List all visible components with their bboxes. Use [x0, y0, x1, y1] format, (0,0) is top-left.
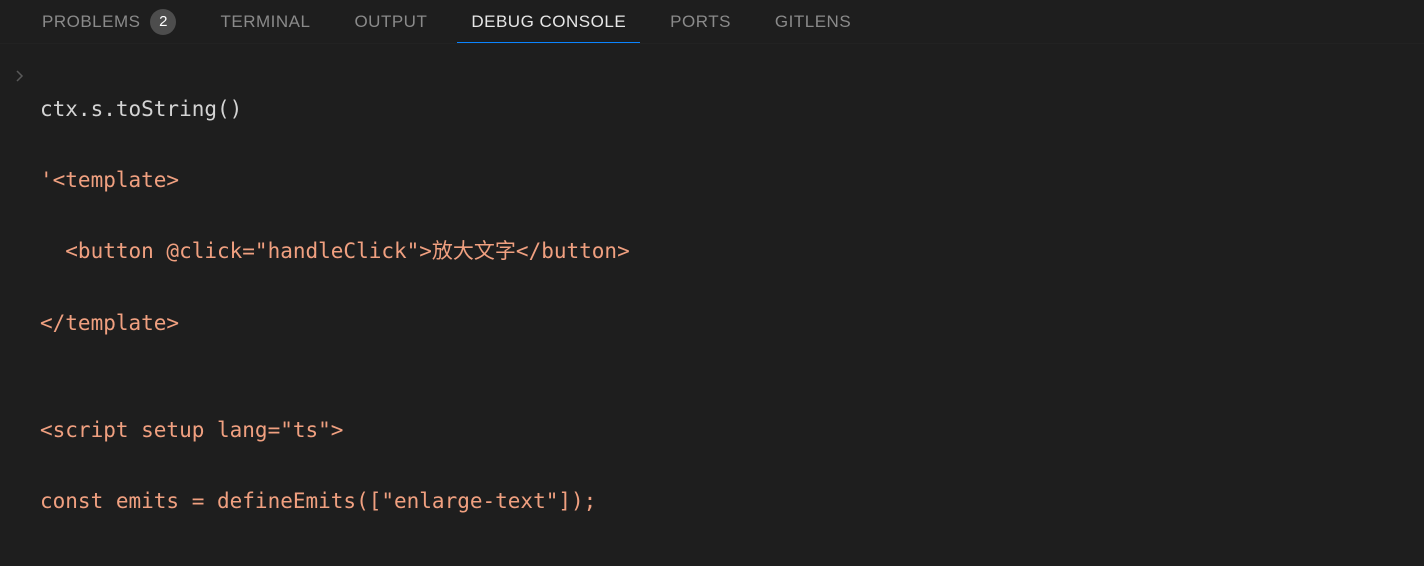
console-code-lines: ctx.s.toString() '<template> <button @cl…	[40, 56, 1424, 566]
tab-label: TERMINAL	[220, 12, 310, 32]
console-output-line: <button @click="handleClick">放大文字</butto…	[40, 234, 1424, 270]
tab-terminal[interactable]: TERMINAL	[198, 0, 332, 43]
debug-console-content[interactable]: ctx.s.toString() '<template> <button @cl…	[0, 44, 1424, 566]
tab-output[interactable]: OUTPUT	[332, 0, 449, 43]
console-output-line: <script setup lang="ts">	[40, 413, 1424, 449]
tab-label: OUTPUT	[354, 12, 427, 32]
tab-label: GITLENS	[775, 12, 851, 32]
console-input-line: ctx.s.toString()	[40, 92, 1424, 128]
tab-label: PORTS	[670, 12, 731, 32]
tab-label: DEBUG CONSOLE	[471, 12, 626, 32]
console-output-line: </template>	[40, 306, 1424, 342]
tab-gitlens[interactable]: GITLENS	[753, 0, 873, 43]
problems-count-badge: 2	[150, 9, 176, 35]
entry-gutter	[0, 56, 40, 566]
chevron-right-icon	[14, 58, 26, 566]
tab-problems[interactable]: PROBLEMS 2	[20, 0, 198, 43]
debug-panel: PROBLEMS 2 TERMINAL OUTPUT DEBUG CONSOLE…	[0, 0, 1424, 566]
console-entry: ctx.s.toString() '<template> <button @cl…	[0, 56, 1424, 566]
panel-tabbar: PROBLEMS 2 TERMINAL OUTPUT DEBUG CONSOLE…	[0, 0, 1424, 44]
console-output-line: const emits = defineEmits(["enlarge-text…	[40, 484, 1424, 520]
tab-debug-console[interactable]: DEBUG CONSOLE	[449, 0, 648, 43]
tab-label: PROBLEMS	[42, 12, 140, 32]
console-output-line: '<template>	[40, 163, 1424, 199]
tab-ports[interactable]: PORTS	[648, 0, 753, 43]
